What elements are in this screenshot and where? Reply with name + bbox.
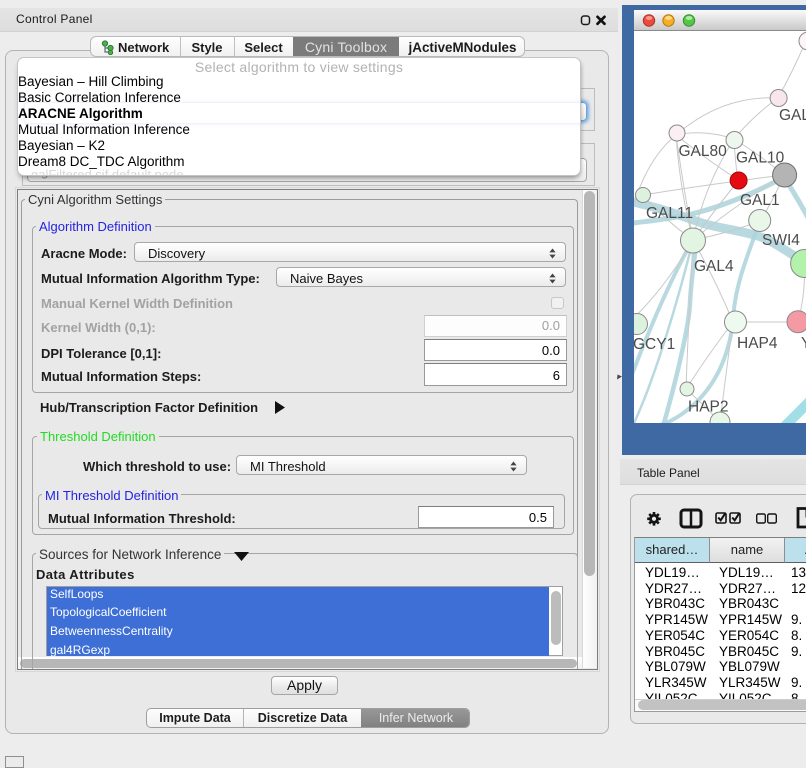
svg-text:Y: Y (801, 335, 806, 352)
svg-text:GAL80: GAL80 (679, 143, 728, 160)
svg-text:GAL2: GAL2 (779, 107, 806, 124)
svg-text:GAL4: GAL4 (694, 258, 734, 275)
svg-text:HAP4: HAP4 (737, 335, 778, 352)
svg-text:GAL1: GAL1 (740, 192, 780, 209)
svg-text:GCY1: GCY1 (634, 336, 675, 353)
svg-text:GAL11: GAL11 (646, 205, 693, 222)
svg-text:GAL10: GAL10 (736, 150, 785, 167)
svg-text:HAP2: HAP2 (688, 399, 729, 416)
svg-text:SWI4: SWI4 (762, 232, 800, 249)
